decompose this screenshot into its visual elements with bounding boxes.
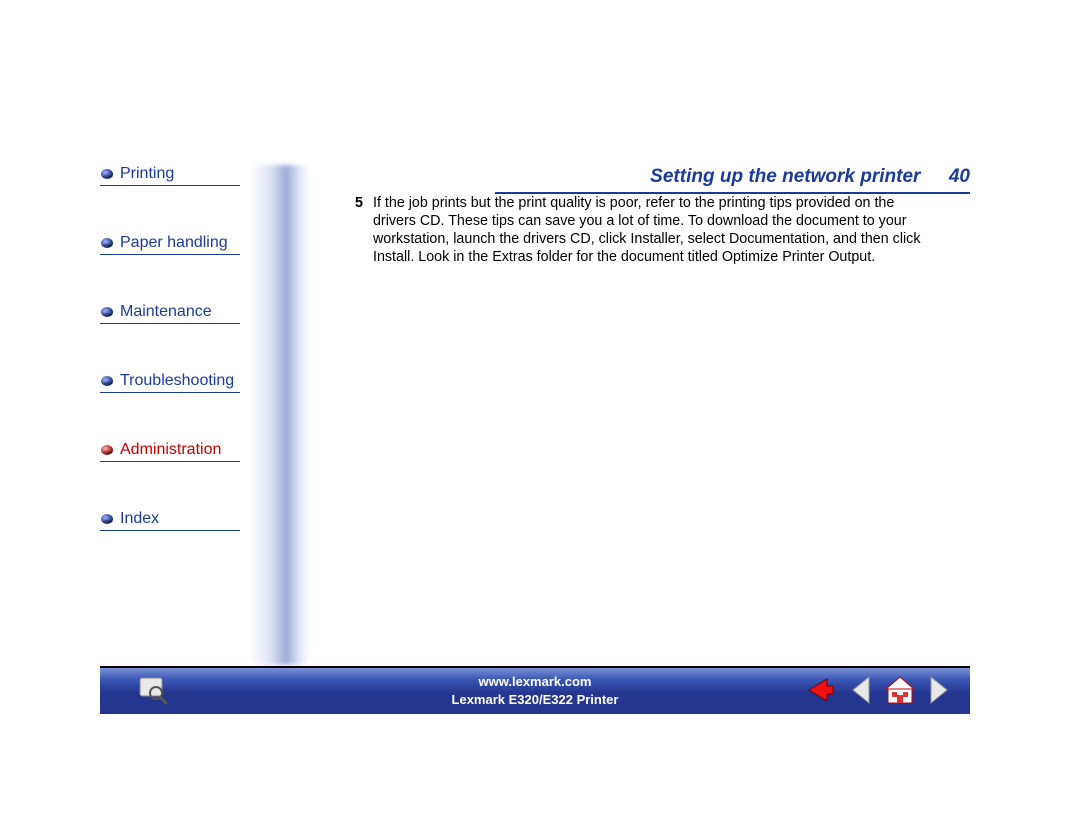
search-icon[interactable] — [136, 674, 170, 708]
next-page-button[interactable] — [922, 672, 958, 708]
home-button[interactable] — [882, 672, 918, 708]
sidebar-item-label: Troubleshooting — [120, 372, 234, 390]
sidebar-item-index[interactable]: Index — [100, 510, 250, 531]
divider — [100, 461, 240, 462]
bullet-icon — [100, 374, 114, 388]
page-number: 40 — [949, 166, 970, 187]
section-title: Setting up the network printer — [650, 166, 920, 187]
sidebar: Printing Paper handling Maintenance — [100, 165, 305, 579]
bullet-icon — [100, 443, 114, 457]
divider — [100, 254, 240, 255]
sidebar-item-administration[interactable]: Administration — [100, 441, 250, 462]
back-button[interactable] — [802, 672, 838, 708]
sidebar-item-maintenance[interactable]: Maintenance — [100, 303, 250, 324]
prev-page-button[interactable] — [842, 672, 878, 708]
bullet-icon — [100, 236, 114, 250]
bullet-icon — [100, 167, 114, 181]
step-number: 5 — [345, 195, 363, 213]
footer-nav — [802, 672, 958, 708]
footer-product: Lexmark E320/E322 Printer — [452, 692, 619, 707]
page-header: Setting up the network printer 40 — [495, 166, 970, 194]
sidebar-item-paper-handling[interactable]: Paper handling — [100, 234, 250, 255]
divider — [100, 392, 240, 393]
footer-url[interactable]: www.lexmark.com — [479, 674, 592, 689]
sidebar-item-label: Administration — [120, 441, 221, 459]
sidebar-item-printing[interactable]: Printing — [100, 165, 250, 186]
sidebar-item-label: Printing — [120, 165, 174, 183]
document-page: Setting up the network printer 40 Printi… — [100, 140, 970, 715]
body-content: 5 If the job prints but the print qualit… — [345, 195, 935, 266]
footer-bar: www.lexmark.com Lexmark E320/E322 Printe… — [100, 666, 970, 714]
bullet-icon — [100, 305, 114, 319]
sidebar-item-troubleshooting[interactable]: Troubleshooting — [100, 372, 250, 393]
step-text: If the job prints but the print quality … — [373, 195, 928, 266]
sidebar-item-label: Maintenance — [120, 303, 212, 321]
sidebar-item-label: Index — [120, 510, 159, 528]
divider — [100, 185, 240, 186]
bullet-icon — [100, 512, 114, 526]
divider — [100, 323, 240, 324]
sidebar-item-label: Paper handling — [120, 234, 228, 252]
divider — [100, 530, 240, 531]
sidebar-gradient — [250, 165, 310, 665]
